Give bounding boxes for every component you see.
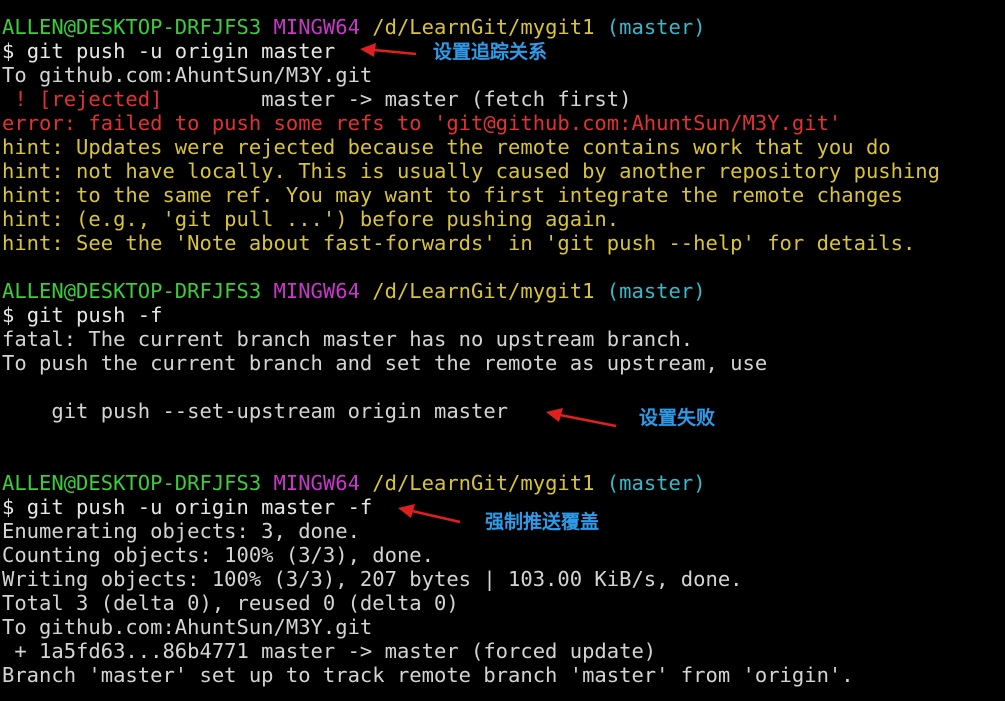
arrow-icon-2 [546, 408, 617, 428]
annotation-arrows [360, 43, 617, 524]
arrow-icon-1 [360, 43, 417, 57]
arrow-icon-3 [398, 504, 461, 524]
